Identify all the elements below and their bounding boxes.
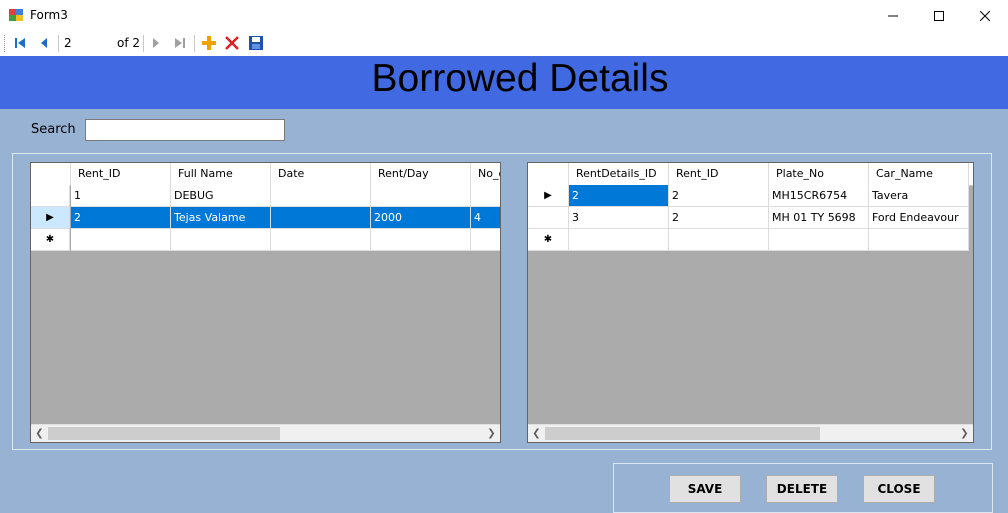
table-cell[interactable]: 2	[669, 185, 769, 207]
scroll-left-icon[interactable]: ❮	[528, 425, 545, 442]
scroll-thumb[interactable]	[48, 427, 280, 440]
table-cell[interactable]: 2	[669, 207, 769, 229]
table-cell[interactable]	[869, 229, 969, 251]
table-row-selected[interactable]: ▶ 2 Tejas Valame 2000 4	[31, 207, 500, 229]
table-cell[interactable]	[769, 229, 869, 251]
column-header[interactable]: Car_Name	[869, 163, 969, 185]
maximize-icon	[934, 10, 944, 21]
position-input[interactable]	[62, 34, 112, 52]
move-next-button[interactable]	[147, 34, 165, 52]
table-row[interactable]: ▶ 2 2 MH15CR6754 Tavera	[528, 185, 973, 207]
toolbar-separator	[194, 35, 195, 52]
details-grid-header: RentDetails_ID Rent_ID Plate_No Car_Name	[528, 163, 973, 186]
horizontal-scrollbar[interactable]: ❮ ❯	[31, 424, 500, 442]
scroll-thumb[interactable]	[545, 427, 820, 440]
new-row-indicator[interactable]: ✱	[528, 229, 569, 251]
table-cell[interactable]: Tejas Valame	[171, 207, 271, 229]
column-header[interactable]: Plate_No	[769, 163, 869, 185]
close-window-button[interactable]	[962, 0, 1008, 31]
delete-button[interactable]: DELETE	[766, 475, 838, 503]
move-first-button[interactable]	[11, 34, 29, 52]
scroll-left-icon[interactable]: ❮	[31, 425, 48, 442]
maximize-button[interactable]	[916, 0, 962, 31]
window-title: Form3	[30, 8, 68, 22]
move-next-icon	[153, 38, 159, 48]
add-icon	[202, 36, 216, 50]
column-header[interactable]: Rent_ID	[71, 163, 171, 185]
scroll-right-icon[interactable]: ❯	[956, 425, 973, 442]
save-data-button[interactable]	[247, 34, 265, 52]
floppy-disk-icon	[249, 36, 263, 50]
table-cell[interactable]	[271, 185, 371, 207]
title-bar	[0, 0, 1008, 31]
delete-icon	[225, 36, 239, 50]
column-header[interactable]: RentDetails_ID	[569, 163, 669, 185]
toolbar-separator	[58, 35, 59, 52]
table-cell[interactable]: MH15CR6754	[769, 185, 869, 207]
row-indicator[interactable]: ▶	[528, 185, 569, 207]
table-cell[interactable]: Ford Endeavour	[869, 207, 969, 229]
app-icon	[9, 8, 23, 22]
column-header[interactable]: No_o	[471, 163, 500, 185]
table-cell[interactable]: 2	[71, 207, 171, 229]
row-indicator[interactable]: ▶	[31, 207, 70, 229]
table-cell[interactable]: Tavera	[869, 185, 969, 207]
search-label: Search	[31, 122, 76, 137]
scroll-right-icon[interactable]: ❯	[483, 425, 500, 442]
toolbar-grip[interactable]	[4, 35, 7, 52]
delete-record-button[interactable]	[223, 34, 241, 52]
rent-grid[interactable]: Rent_ID Full Name Date Rent/Day No_o 1 D…	[30, 162, 501, 443]
table-cell[interactable]: 4	[471, 207, 500, 229]
close-button[interactable]: CLOSE	[863, 475, 935, 503]
table-cell[interactable]: MH 01 TY 5698	[769, 207, 869, 229]
table-cell[interactable]	[271, 207, 371, 229]
save-button[interactable]: SAVE	[669, 475, 741, 503]
table-cell[interactable]: 2000	[371, 207, 471, 229]
new-row[interactable]: ✱	[31, 229, 500, 251]
row-header-corner	[31, 163, 71, 185]
move-previous-button[interactable]	[35, 34, 53, 52]
move-last-button[interactable]	[171, 34, 189, 52]
row-indicator[interactable]	[31, 185, 70, 207]
toolbar-separator	[143, 35, 144, 52]
table-cell[interactable]	[71, 229, 171, 251]
table-cell-selected[interactable]: 2	[569, 185, 669, 207]
column-header[interactable]: Full Name	[171, 163, 271, 185]
column-header[interactable]: Rent/Day	[371, 163, 471, 185]
new-row-indicator[interactable]: ✱	[31, 229, 70, 251]
column-header[interactable]: Date	[271, 163, 371, 185]
table-cell[interactable]	[569, 229, 669, 251]
table-cell[interactable]: 1	[71, 185, 171, 207]
count-label: of 2	[117, 36, 141, 50]
column-header[interactable]: Rent_ID	[669, 163, 769, 185]
horizontal-scrollbar[interactable]: ❮ ❯	[528, 424, 973, 442]
search-input[interactable]	[85, 119, 285, 141]
rent-grid-header: Rent_ID Full Name Date Rent/Day No_o	[31, 163, 500, 186]
row-header-corner	[528, 163, 569, 185]
table-cell[interactable]: 3	[569, 207, 669, 229]
table-cell[interactable]	[669, 229, 769, 251]
minimize-button[interactable]	[870, 0, 916, 31]
table-cell[interactable]	[471, 229, 500, 251]
add-new-button[interactable]	[200, 34, 218, 52]
table-row[interactable]: 1 DEBUG	[31, 185, 500, 207]
table-cell[interactable]: DEBUG	[171, 185, 271, 207]
table-cell[interactable]	[171, 229, 271, 251]
move-first-icon	[15, 38, 25, 48]
rent-details-grid[interactable]: RentDetails_ID Rent_ID Plate_No Car_Name…	[527, 162, 974, 443]
table-cell[interactable]	[471, 185, 500, 207]
page-title: Borrowed Details	[371, 57, 669, 100]
table-cell[interactable]	[371, 185, 471, 207]
table-cell[interactable]	[271, 229, 371, 251]
minimize-icon	[888, 15, 898, 16]
row-indicator[interactable]	[528, 207, 569, 229]
table-cell[interactable]	[371, 229, 471, 251]
move-previous-icon	[41, 38, 47, 48]
new-row[interactable]: ✱	[528, 229, 973, 251]
move-last-icon	[175, 38, 185, 48]
table-row[interactable]: 3 2 MH 01 TY 5698 Ford Endeavour	[528, 207, 973, 229]
close-icon	[980, 10, 990, 21]
